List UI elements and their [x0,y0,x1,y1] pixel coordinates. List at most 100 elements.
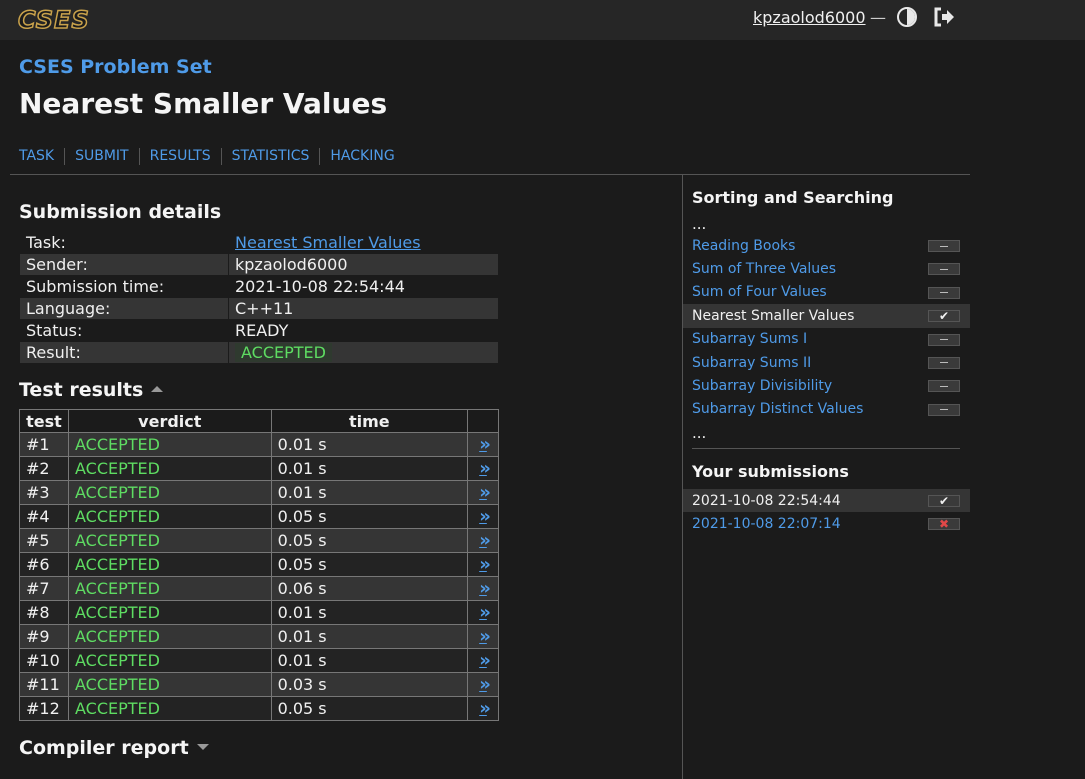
table-row: #5 ACCEPTED 0.05 s » [19,528,499,553]
column-header-link [467,409,499,433]
section-title: Sorting and Searching [692,188,894,207]
problem-list-item[interactable]: Sum of Four Values [683,281,970,304]
detail-label: Status: [19,319,229,342]
problem-link[interactable]: Subarray Distinct Values [692,401,863,417]
table-row: #3 ACCEPTED 0.01 s » [19,480,499,505]
unsolved-icon [928,356,960,369]
test-number: #11 [19,672,69,697]
problem-link[interactable]: Sum of Three Values [692,261,836,277]
view-test-icon[interactable]: » [479,578,490,599]
column-header-test: test [19,409,69,433]
detail-label: Sender: [19,253,229,276]
unsolved-icon [928,286,960,299]
problem-list-item[interactable]: Subarray Divisibility [683,374,970,397]
table-row: #1 ACCEPTED 0.01 s » [19,432,499,457]
result-badge: ACCEPTED [235,343,332,362]
unsolved-icon [928,263,960,276]
ellipsis-top: ... [692,215,707,233]
view-test-icon[interactable]: » [479,626,490,647]
nav-tab-hacking[interactable]: HACKING [330,148,404,165]
test-time: 0.01 s [270,648,469,673]
submission-link[interactable]: 2021-10-08 22:07:14 [692,516,841,532]
check-icon: ✔ [928,495,960,507]
test-verdict: ACCEPTED [67,552,272,577]
test-time: 0.06 s [270,576,469,601]
ellipsis-bottom: ... [692,424,707,442]
problem-link[interactable]: Sum of Four Values [692,284,827,300]
test-verdict: ACCEPTED [67,648,272,673]
problem-link[interactable]: Subarray Sums I [692,331,807,347]
test-number: #10 [19,648,69,673]
problem-list-item[interactable]: Sum of Three Values [683,257,970,280]
nav-divider [10,174,970,175]
logout-icon[interactable] [932,6,956,28]
problem-list-item[interactable]: Reading Books [683,234,970,257]
cross-icon: ✖ [928,518,960,531]
nav-tab-statistics[interactable]: STATISTICS [232,148,321,165]
detail-label: Task: [19,231,229,254]
cses-logo[interactable]: CSES [17,5,90,35]
problem-list-item[interactable]: Subarray Sums II [683,351,970,374]
test-results-table: test verdict time #1 ACCEPTED 0.01 s» #2 ACC… [19,409,499,721]
detail-row: Language: C++11 [19,297,499,320]
test-verdict: ACCEPTED [67,432,272,457]
test-number: #8 [19,600,69,625]
detail-label: Submission time: [19,275,229,298]
view-test-icon[interactable]: » [479,506,490,527]
task-link[interactable]: Nearest Smaller Values [235,233,421,252]
problem-list-item[interactable]: Subarray Distinct Values [683,398,970,421]
username-link[interactable]: kpzaolod6000 [753,8,866,27]
table-row: #12 ACCEPTED 0.05 s » [19,696,499,721]
view-test-icon[interactable]: » [479,554,490,575]
compiler-report-heading[interactable]: Compiler report [19,737,209,759]
problem-list: Reading Books Sum of Three Values Sum of F… [683,234,970,421]
header-separator: — [870,8,886,27]
view-test-icon[interactable]: » [479,698,490,719]
table-row: #10 ACCEPTED 0.01 s » [19,648,499,673]
test-verdict: ACCEPTED [67,456,272,481]
submission-list-item[interactable]: 2021-10-08 22:07:14 ✖ [683,512,970,535]
view-test-icon[interactable]: » [479,482,490,503]
test-verdict: ACCEPTED [67,528,272,553]
unsolved-icon [928,333,960,346]
problem-set-link[interactable]: CSES Problem Set [19,56,212,78]
page-title: Nearest Smaller Values [19,87,388,120]
problem-link[interactable]: Subarray Sums II [692,355,811,371]
theme-toggle-icon[interactable] [897,7,917,27]
test-number: #7 [19,576,69,601]
detail-value: kpzaolod6000 [228,253,499,276]
test-verdict: ACCEPTED [67,576,272,601]
test-number: #12 [19,696,69,721]
test-verdict: ACCEPTED [67,696,272,721]
test-time: 0.01 s [270,600,469,625]
view-test-icon[interactable]: » [479,602,490,623]
problem-link[interactable]: Reading Books [692,238,795,254]
detail-label: Language: [19,297,229,320]
submission-list-item[interactable]: 2021-10-08 22:54:44 ✔ [683,489,970,513]
problem-list-item[interactable]: Subarray Sums I [683,328,970,351]
sidebar-separator [692,448,960,449]
test-number: #2 [19,456,69,481]
view-test-icon[interactable]: » [479,530,490,551]
view-test-icon[interactable]: » [479,458,490,479]
test-results-label: Test results [19,379,144,401]
view-test-icon[interactable]: » [479,434,490,455]
submission-details-heading: Submission details [19,201,222,223]
test-time: 0.03 s [270,672,469,697]
test-verdict: ACCEPTED [67,624,272,649]
test-results-heading[interactable]: Test results [19,379,164,401]
test-number: #9 [19,624,69,649]
nav-tab-results[interactable]: RESULTS [150,148,222,165]
problem-link[interactable]: Subarray Divisibility [692,378,832,394]
problem-list-item[interactable]: Nearest Smaller Values ✔ [683,304,970,328]
your-submissions-title: Your submissions [692,462,849,481]
nav-tab-submit[interactable]: SUBMIT [75,148,140,165]
table-row: #9 ACCEPTED 0.01 s » [19,624,499,649]
table-row: #11 ACCEPTED 0.03 s » [19,672,499,697]
test-verdict: ACCEPTED [67,600,272,625]
view-test-icon[interactable]: » [479,650,490,671]
unsolved-icon [928,240,960,252]
nav-tab-task[interactable]: TASK [19,148,66,165]
view-test-icon[interactable]: » [479,674,490,695]
check-icon: ✔ [928,310,960,323]
